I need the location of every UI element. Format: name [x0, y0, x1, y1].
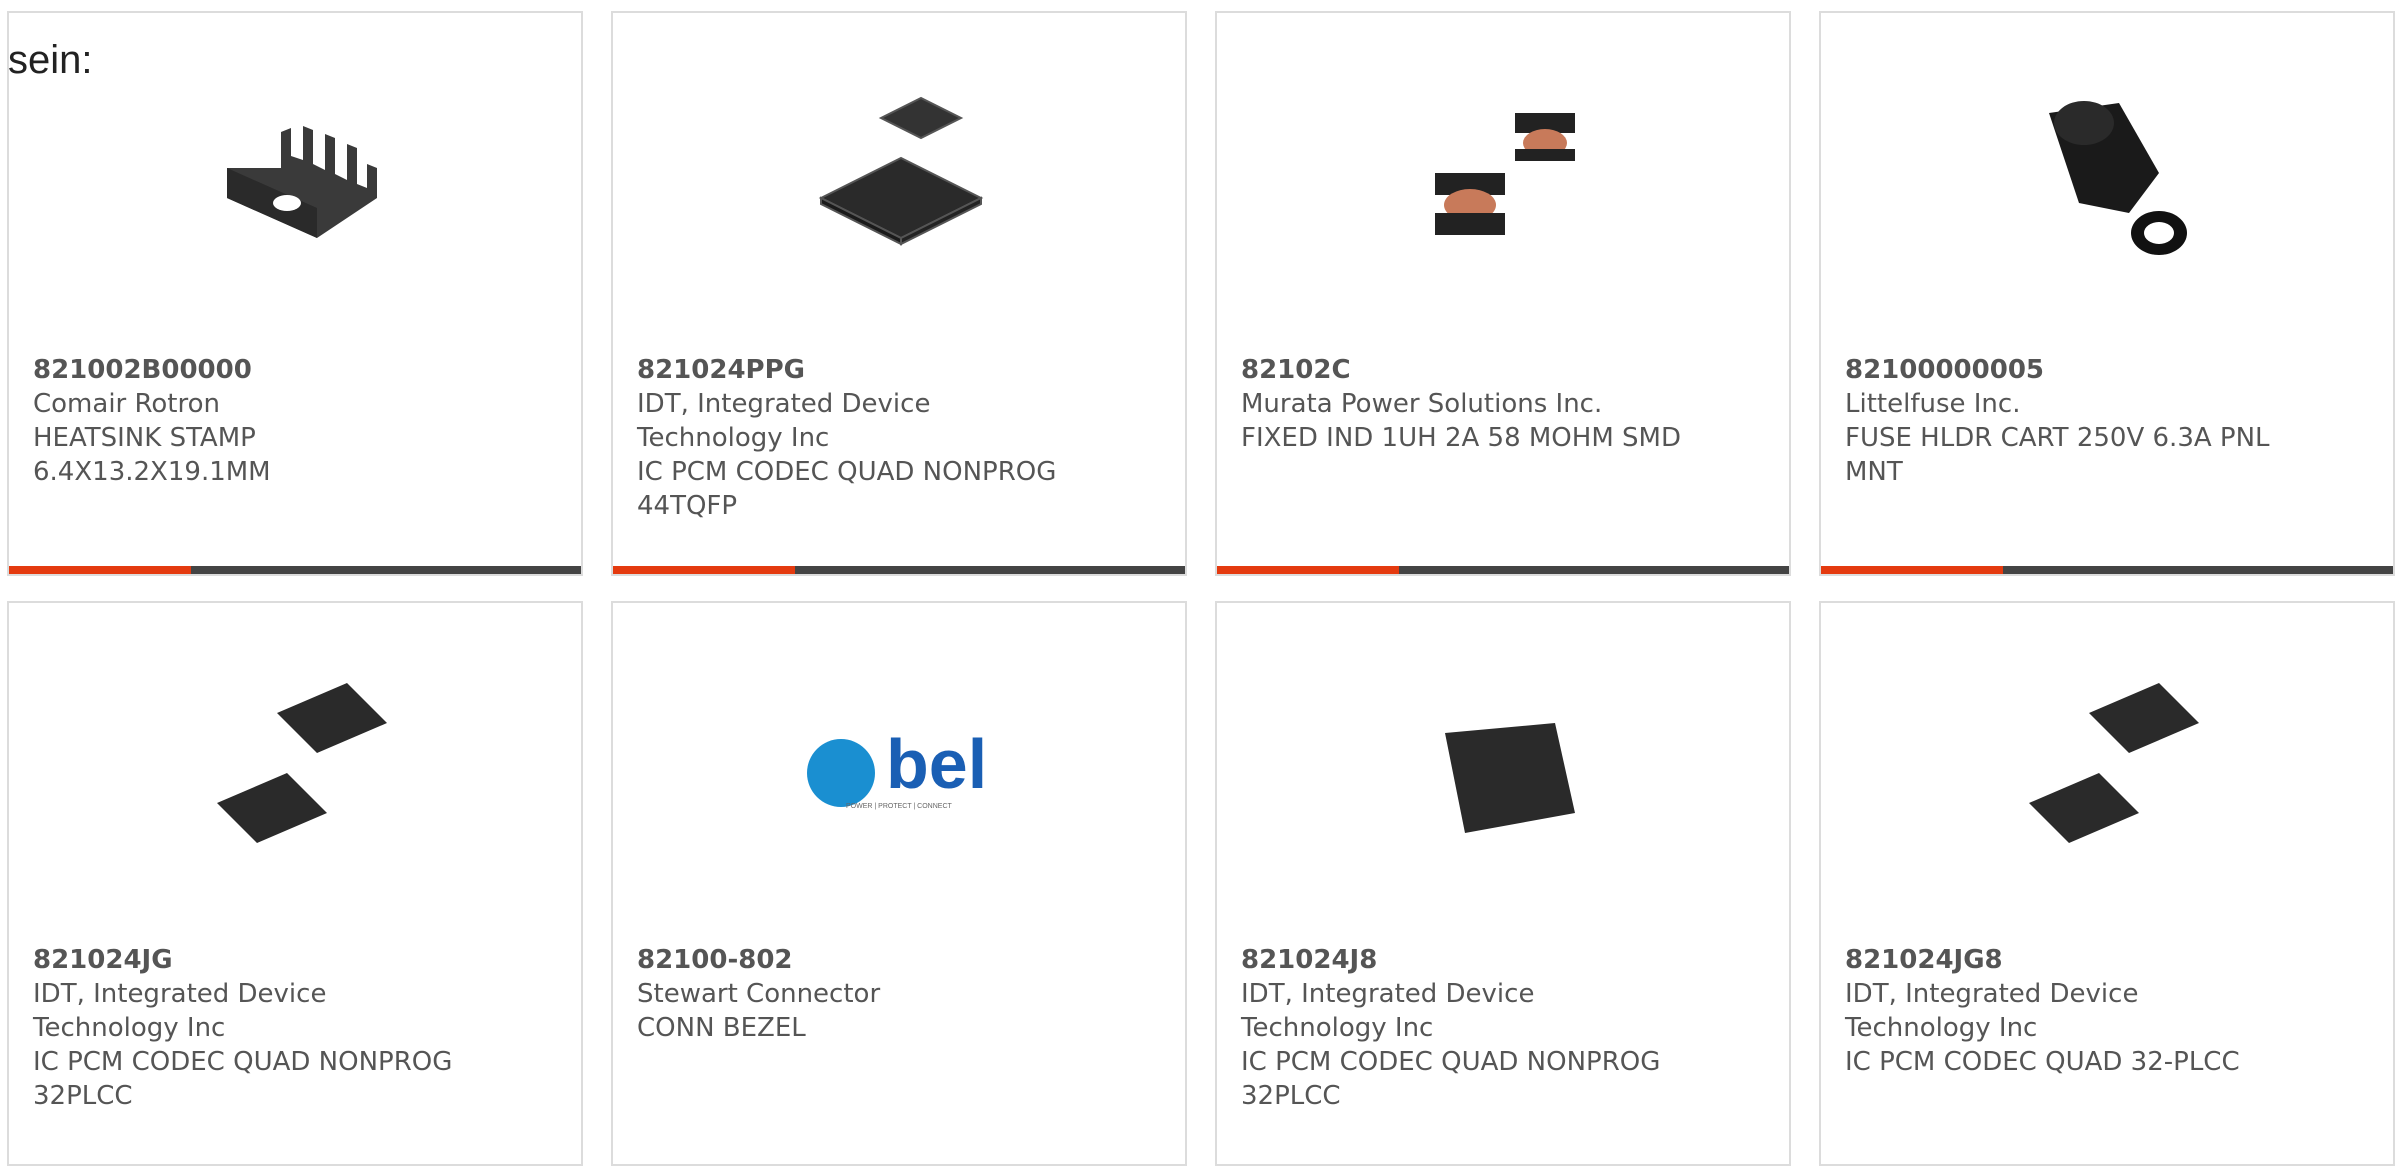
fuse-holder-icon [2009, 83, 2209, 283]
manufacturer: Comair Rotron [33, 389, 221, 419]
manufacturer: IDT, Integrated Device Technology Inc [1845, 979, 2139, 1043]
product-info: 82100-802 Stewart Connector CONN BEZEL [637, 943, 1077, 1045]
plcc-chip-icon [2009, 673, 2209, 873]
product-card[interactable]: 821002B00000 Comair Rotron HEATSINK STAM… [7, 11, 583, 576]
product-card[interactable]: 82100000005 Littelfuse Inc. FUSE HLDR CA… [1819, 11, 2395, 576]
product-info: 821024JG IDT, Integrated Device Technolo… [33, 943, 473, 1113]
description: IC PCM CODEC QUAD 32-PLCC [1845, 1047, 2240, 1077]
product-card[interactable]: bel POWER | PROTECT | CONNECT 82100-802 … [611, 601, 1187, 1166]
card-bar [1217, 566, 1789, 574]
bel-logo: bel POWER | PROTECT | CONNECT [801, 673, 1001, 873]
inductor-icon [1405, 83, 1605, 283]
svg-text:bel: bel [886, 725, 987, 803]
product-info: 821024JG8 IDT, Integrated Device Technol… [1845, 943, 2285, 1079]
card-bar [1821, 566, 2393, 574]
product-info: 821024PPG IDT, Integrated Device Technol… [637, 353, 1077, 523]
manufacturer: IDT, Integrated Device Technology Inc [637, 389, 931, 453]
product-card[interactable]: 821024J8 IDT, Integrated Device Technolo… [1215, 601, 1791, 1166]
product-info: 821002B00000 Comair Rotron HEATSINK STAM… [33, 353, 473, 489]
product-info: 821024J8 IDT, Integrated Device Technolo… [1241, 943, 1681, 1113]
description: FUSE HLDR CART 250V 6.3A PNL MNT [1845, 423, 2270, 487]
manufacturer: Stewart Connector [637, 979, 881, 1009]
part-number[interactable]: 82100-802 [637, 945, 793, 975]
plcc-chip-icon [1405, 673, 1605, 873]
product-card[interactable]: 821024JG8 IDT, Integrated Device Technol… [1819, 601, 2395, 1166]
product-info: 82100000005 Littelfuse Inc. FUSE HLDR CA… [1845, 353, 2285, 489]
manufacturer: IDT, Integrated Device Technology Inc [33, 979, 327, 1043]
description: IC PCM CODEC QUAD NONPROG 32PLCC [33, 1047, 453, 1111]
product-info: 82102C Murata Power Solutions Inc. FIXED… [1241, 353, 1681, 455]
tqfp-chip-icon [801, 83, 1001, 283]
part-number[interactable]: 82100000005 [1845, 355, 2044, 385]
card-bar [613, 566, 1185, 574]
svg-text:POWER | PROTECT | CONNECT: POWER | PROTECT | CONNECT [846, 803, 953, 810]
part-number[interactable]: 821024J8 [1241, 945, 1377, 975]
description: FIXED IND 1UH 2A 58 MOHM SMD [1241, 423, 1681, 453]
heatsink-icon [197, 83, 397, 283]
card-bar [9, 566, 581, 574]
part-number[interactable]: 821024JG [33, 945, 173, 975]
product-card[interactable]: 82102C Murata Power Solutions Inc. FIXED… [1215, 11, 1791, 576]
part-number[interactable]: 82102C [1241, 355, 1351, 385]
part-number[interactable]: 821024PPG [637, 355, 805, 385]
product-card[interactable]: 821024PPG IDT, Integrated Device Technol… [611, 11, 1187, 576]
manufacturer: Murata Power Solutions Inc. [1241, 389, 1603, 419]
description: CONN BEZEL [637, 1013, 806, 1043]
manufacturer: IDT, Integrated Device Technology Inc [1241, 979, 1535, 1043]
description: HEATSINK STAMP 6.4X13.2X19.1MM [33, 423, 271, 487]
stray-text: sein: [8, 38, 93, 82]
manufacturer: Littelfuse Inc. [1845, 389, 2021, 419]
description: IC PCM CODEC QUAD NONPROG 44TQFP [637, 457, 1057, 521]
part-number[interactable]: 821002B00000 [33, 355, 252, 385]
plcc-chip-icon [197, 673, 397, 873]
product-card[interactable]: 821024JG IDT, Integrated Device Technolo… [7, 601, 583, 1166]
description: IC PCM CODEC QUAD NONPROG 32PLCC [1241, 1047, 1661, 1111]
part-number[interactable]: 821024JG8 [1845, 945, 2003, 975]
